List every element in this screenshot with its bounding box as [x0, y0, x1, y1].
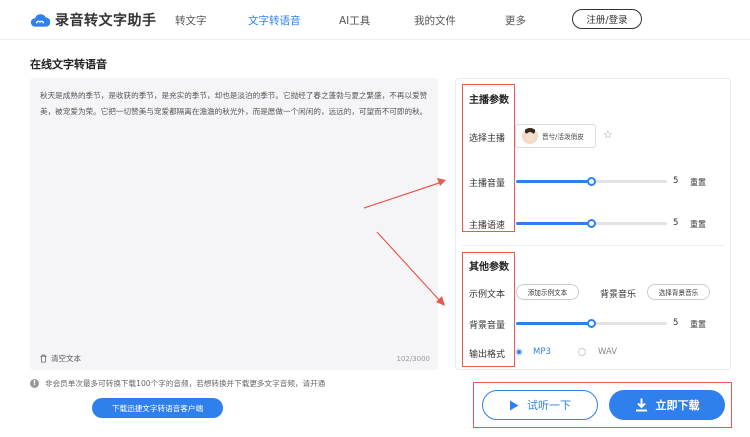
- format-wav-label[interactable]: WAV: [598, 347, 617, 357]
- logo-text: 录音转文字助手: [55, 13, 157, 29]
- download-now-label: 立即下载: [655, 399, 700, 412]
- anchor-speed-fill: [516, 222, 592, 225]
- login-button[interactable]: 注册/登录: [572, 9, 642, 29]
- background-volume-thumb[interactable]: [587, 319, 596, 328]
- format-wav-radio[interactable]: [578, 348, 586, 356]
- nav-more[interactable]: 更多: [505, 13, 526, 28]
- anchor-speed-slider[interactable]: [516, 219, 667, 228]
- format-mp3-label[interactable]: MP3: [533, 347, 551, 357]
- anchor-speed-thumb[interactable]: [587, 219, 596, 228]
- anchor-params-highlight: [462, 84, 515, 232]
- background-music-label: 背景音乐: [600, 290, 637, 300]
- nav-transcribe[interactable]: 转文字: [175, 13, 207, 28]
- play-icon: [510, 400, 519, 410]
- editor-text[interactable]: 秋天是成熟的季节，是收获的季节，是充实的季节，却也是淡泊的季节。它抛经了春之蓬勃…: [40, 88, 430, 119]
- add-sample-text-button[interactable]: 添加示例文本: [516, 284, 579, 300]
- background-volume-slider[interactable]: [516, 319, 667, 328]
- top-header: 录音转文字助手 转文字 文字转语音 AI工具 我的文件 更多 注册/登录: [0, 0, 750, 40]
- anchor-speed-reset-button[interactable]: 重置: [690, 219, 706, 230]
- download-now-button[interactable]: 立即下载: [609, 390, 725, 420]
- download-client-button[interactable]: 下载迅捷文字转语音客户端: [92, 398, 223, 418]
- format-mp3-radio[interactable]: [515, 348, 523, 356]
- notice-text: 非会员单次最多可转换下载100个字的音频，若想转换并下载更多文字音频，请开通: [45, 379, 326, 388]
- member-notice: ! 非会员单次最多可转换下载100个字的音频，若想转换并下载更多文字音频，请开通: [30, 378, 325, 389]
- trash-icon: [40, 354, 47, 363]
- background-volume-fill: [516, 322, 592, 325]
- clear-text-label: 清空文本: [51, 354, 81, 363]
- page-title: 在线文字转语音: [30, 58, 107, 71]
- select-background-music-button[interactable]: 选择背景音乐: [647, 284, 710, 300]
- background-volume-reset-button[interactable]: 重置: [690, 319, 706, 330]
- other-params-highlight: [462, 252, 515, 367]
- try-listen-label: 试听一下: [527, 399, 571, 412]
- info-icon: !: [30, 379, 39, 388]
- background-volume-value: 5: [673, 318, 679, 328]
- anchor-avatar: [522, 128, 538, 144]
- download-icon: [635, 398, 647, 412]
- clear-text-button[interactable]: 清空文本: [39, 353, 81, 364]
- anchor-selector[interactable]: 晋兮/活泼俏皮: [515, 124, 596, 148]
- char-count: 102/3000: [396, 355, 430, 363]
- anchor-volume-slider[interactable]: [516, 177, 667, 186]
- logo[interactable]: 录音转文字助手: [30, 10, 157, 30]
- anchor-volume-reset-button[interactable]: 重置: [690, 177, 706, 188]
- anchor-name: 晋兮/活泼俏皮: [542, 133, 584, 141]
- star-icon[interactable]: ☆: [603, 129, 613, 140]
- try-listen-button[interactable]: 试听一下: [482, 390, 598, 420]
- text-editor[interactable]: 秋天是成熟的季节，是收获的季节，是充实的季节，却也是淡泊的季节。它抛经了春之蓬勃…: [30, 78, 438, 370]
- anchor-volume-fill: [516, 180, 592, 183]
- section-divider: [462, 245, 724, 246]
- nav-my-files[interactable]: 我的文件: [414, 13, 456, 28]
- anchor-volume-value: 5: [673, 176, 679, 186]
- cloud-logo-icon: [30, 14, 50, 27]
- nav-text-to-speech[interactable]: 文字转语音: [248, 13, 301, 28]
- nav-ai-tools[interactable]: AI工具: [339, 13, 370, 28]
- anchor-volume-thumb[interactable]: [587, 177, 596, 186]
- anchor-speed-value: 5: [673, 218, 679, 228]
